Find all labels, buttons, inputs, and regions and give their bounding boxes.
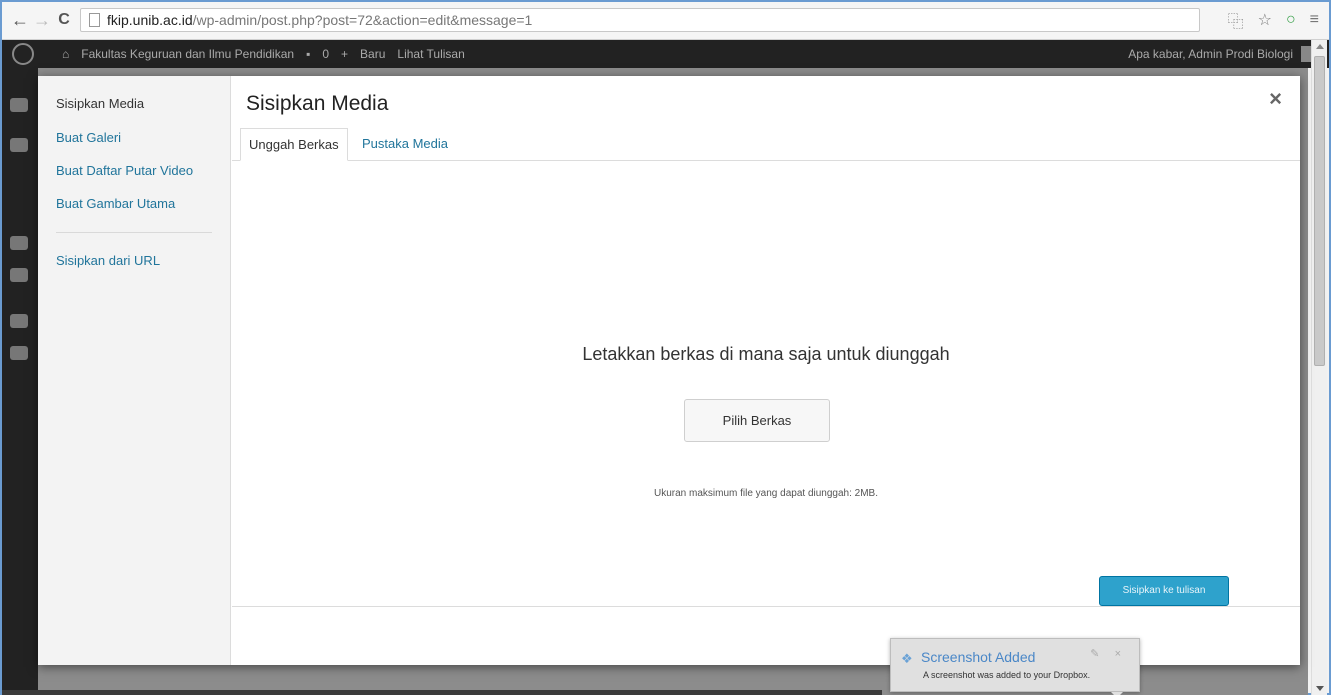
star-icon[interactable]: ☆ [1258, 10, 1272, 30]
comments-count[interactable]: 0 [322, 47, 329, 61]
max-upload-size: Ukuran maksimum file yang dapat diunggah… [653, 488, 878, 499]
posts-icon[interactable] [10, 138, 28, 152]
opera-icon[interactable]: ○ [1286, 11, 1296, 29]
scroll-thumb[interactable] [1314, 56, 1325, 366]
comments-icon[interactable] [10, 268, 28, 282]
dropbox-icon: ❖ [901, 651, 913, 666]
address-bar[interactable]: fkip.unib.ac.id/wp-admin/post.php?post=7… [80, 8, 1200, 32]
translate-icon[interactable]: ⿻ [1228, 8, 1244, 32]
wordpress-logo-icon[interactable] [12, 43, 34, 65]
menu-icon[interactable]: ≡ [1310, 11, 1319, 29]
sidebar-item-insert-url[interactable]: Sisipkan dari URL [56, 253, 160, 268]
adminbar-items: ⌂ Fakultas Keguruan dan Ilmu Pendidikan … [62, 40, 465, 68]
page-scrollbar[interactable] [1311, 40, 1327, 695]
notification-controls[interactable]: ✎ × [1090, 647, 1127, 660]
select-files-button[interactable]: Pilih Berkas [684, 399, 830, 442]
tab-media-library[interactable]: Pustaka Media [354, 128, 456, 161]
comment-icon[interactable]: ▪ [306, 47, 310, 61]
back-arrow-icon[interactable]: ← [10, 10, 30, 30]
insert-into-post-button[interactable]: Sisipkan ke tulisan [1099, 576, 1229, 606]
settings-icon[interactable] [10, 346, 28, 360]
url-host: fkip.unib.ac.id [107, 12, 193, 28]
scroll-up-icon[interactable] [1316, 44, 1324, 49]
page-icon [89, 13, 100, 27]
url-path: /wp-admin/post.php?post=72&action=edit&m… [192, 12, 533, 28]
media-icon[interactable] [10, 236, 28, 250]
sidebar-heading[interactable]: Sisipkan Media [56, 96, 144, 111]
modal-title: Sisipkan Media [246, 92, 389, 115]
dropbox-notification[interactable]: ❖ Screenshot Added ✎ × A screenshot was … [890, 638, 1140, 695]
site-name-link[interactable]: Fakultas Keguruan dan Ilmu Pendidikan [81, 47, 294, 61]
user-greeting[interactable]: Apa kabar, Admin Prodi Biologi [1128, 40, 1293, 68]
users-icon[interactable] [10, 314, 28, 328]
sidebar-item-featured-image[interactable]: Buat Gambar Utama [56, 196, 175, 211]
view-post-link[interactable]: Lihat Tulisan [397, 47, 464, 61]
new-link[interactable]: Baru [360, 47, 385, 61]
drop-message: Letakkan berkas di mana saja untuk diung… [582, 344, 950, 364]
sidebar-item-gallery[interactable]: Buat Galeri [56, 130, 121, 145]
notification-title: Screenshot Added [921, 649, 1036, 665]
wp-admin-bar: ⌂ Fakultas Keguruan dan Ilmu Pendidikan … [2, 40, 1329, 68]
browser-window: ← → C fkip.unib.ac.id/wp-admin/post.php?… [0, 0, 1331, 695]
browser-toolbar: ← → C fkip.unib.ac.id/wp-admin/post.php?… [2, 2, 1329, 40]
close-icon[interactable]: × [1269, 86, 1282, 112]
media-modal-sidebar: Sisipkan Media Buat Galeri Buat Daftar P… [38, 76, 231, 665]
home-icon[interactable]: ⌂ [62, 47, 69, 61]
tab-upload-files[interactable]: Unggah Berkas [240, 128, 348, 161]
dashboard-icon[interactable] [10, 98, 28, 112]
scroll-down-icon[interactable] [1316, 686, 1324, 691]
toolbar-icons: ⿻ ☆ ○ ≡ [1228, 8, 1319, 32]
wp-admin-menu [2, 68, 38, 695]
sidebar-divider [56, 232, 212, 233]
sidebar-item-playlist[interactable]: Buat Daftar Putar Video [56, 163, 193, 178]
taskbar-strip [2, 690, 882, 695]
plus-icon[interactable]: + [341, 47, 348, 61]
notification-text: A screenshot was added to your Dropbox. [923, 670, 1091, 680]
modal-tabs: Unggah Berkas Pustaka Media [232, 128, 1300, 161]
forward-arrow-icon[interactable]: → [32, 10, 52, 30]
reload-icon[interactable]: C [54, 10, 74, 30]
